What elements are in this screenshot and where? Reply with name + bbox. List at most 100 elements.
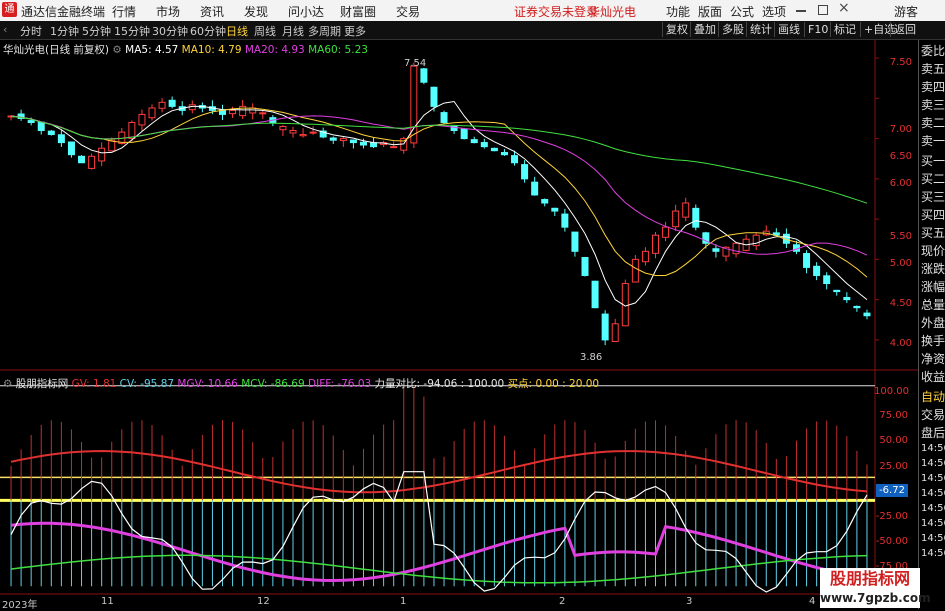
candle-body — [57, 134, 65, 144]
candle-body — [863, 312, 871, 317]
candle-body — [229, 109, 237, 115]
main-legend: 华灿光电(日线 前复权) ⚙ MA5: 4.57 MA10: 4.79 MA20… — [3, 42, 368, 57]
rp-outer: 外盘 — [921, 316, 945, 330]
candle-body — [521, 164, 529, 180]
candle-body — [631, 258, 639, 283]
candle-body — [299, 134, 307, 137]
price-tick: 5.50 — [889, 231, 912, 242]
candle-body — [27, 120, 35, 123]
rp-pct: 涨幅 — [921, 280, 945, 294]
rp-volume: 总量 — [921, 298, 945, 312]
candle-body — [601, 313, 609, 341]
rp-turnover: 换手 — [921, 334, 945, 348]
chart-canvas[interactable] — [0, 0, 918, 609]
candle-body — [148, 107, 156, 119]
candle-body — [662, 226, 670, 238]
watermark-logo: 股朋指标网 www.7gpzb.com — [820, 568, 931, 608]
indicator-gear-icon[interactable]: ⚙ — [3, 378, 12, 390]
rp-earnings: 收益 — [921, 370, 945, 384]
candle-body — [672, 210, 680, 228]
diff-label: DIFF: -76.03 — [308, 378, 372, 390]
rp-buy4: 买四 — [921, 208, 945, 222]
candle-body — [349, 139, 357, 144]
rp-netasset: 净资 — [921, 352, 945, 366]
price-tick: 4.00 — [889, 338, 912, 349]
candle-body — [712, 248, 720, 252]
price-tick: 5.00 — [889, 258, 912, 269]
rp-sell5: 卖五 — [921, 62, 945, 76]
ind-tick: 50.00 — [879, 435, 908, 446]
candle-body — [78, 155, 86, 164]
rp-time: 14:56 — [921, 518, 945, 529]
x-label: 1 — [400, 596, 407, 607]
candle-body — [329, 137, 337, 141]
x-label: 11 — [101, 596, 114, 607]
rp-time: 14:56 — [921, 473, 945, 484]
rp-sell4: 卖四 — [921, 80, 945, 94]
mgv-line — [10, 521, 868, 583]
candle-body — [843, 296, 851, 301]
rp-auto[interactable]: 自动 — [921, 388, 945, 405]
rp-sell2: 卖二 — [921, 116, 945, 130]
candle-body — [611, 323, 619, 342]
rp-time: 14:56 — [921, 503, 945, 514]
rp-trade: 交易 — [921, 408, 945, 422]
rp-buy2: 买二 — [921, 172, 945, 186]
price-tick: 7.50 — [889, 57, 912, 68]
candle-body — [168, 99, 176, 107]
ma20-label: MA20: 4.93 — [244, 44, 305, 56]
rp-buy3: 买三 — [921, 190, 945, 204]
candle-body — [47, 130, 55, 136]
indicator-name: 股朋指标网 — [15, 378, 69, 390]
high-annotation: 7.54 — [404, 58, 427, 69]
ma60-label: MA60: 5.23 — [308, 44, 368, 56]
legend-gear-icon[interactable]: ⚙ — [112, 44, 121, 56]
mcv-line — [10, 554, 868, 584]
ind-tick: -50.00 — [875, 536, 908, 547]
candle-body — [682, 202, 690, 218]
candle-body — [470, 139, 478, 144]
price-tick: 6.50 — [889, 151, 912, 162]
ma20-line — [10, 115, 868, 256]
quote-side-panel: 委比 卖五 卖四 卖三 卖二 卖一 买一 买二 买三 买四 买五 现价 涨跌 涨… — [918, 40, 945, 609]
rp-time: 14:56 — [921, 458, 945, 469]
candle-body — [641, 250, 649, 263]
rp-buy5: 买五 — [921, 226, 945, 240]
candle-body — [420, 68, 428, 83]
x-label: 3 — [686, 596, 693, 607]
price-tick: 6.00 — [889, 178, 912, 189]
mgv-label: MGV: 10.66 — [177, 378, 238, 390]
candle-body — [259, 112, 267, 115]
rp-afterhours: 盘后 — [921, 426, 945, 440]
stock-name-label: 华灿光电(日线 前复权) — [3, 44, 110, 56]
candle-body — [652, 234, 659, 254]
cv-line — [10, 471, 868, 593]
candle-body — [591, 280, 599, 309]
candle-body — [138, 113, 146, 126]
candle-body — [128, 121, 136, 140]
ratio-label: 力量对比: -94.06 : 100.00 — [374, 378, 505, 390]
candle-body — [551, 207, 559, 212]
candle-body — [390, 146, 398, 149]
x-label: 4 — [809, 596, 816, 607]
rp-price: 现价 — [921, 244, 945, 258]
x-label: 2 — [559, 596, 566, 607]
candle-body — [732, 242, 740, 255]
candle-body — [500, 152, 508, 156]
candle-body — [511, 155, 519, 164]
candle-body — [571, 231, 579, 252]
ma5-label: MA5: 4.57 — [125, 44, 179, 56]
candle-body — [581, 256, 589, 276]
ma60-line — [10, 115, 868, 204]
ma5-line — [10, 100, 868, 307]
candle-body — [561, 213, 569, 228]
low-annotation: 3.86 — [580, 352, 603, 363]
candle-body — [339, 138, 347, 142]
rp-time: 14:56 — [921, 533, 945, 544]
ind-tick: 100.00 — [874, 386, 909, 397]
candle-body — [823, 275, 831, 285]
candle-body — [158, 101, 166, 109]
indicator-legend: ⚙ 股朋指标网 GV: 1.81 CV: -95.87 MGV: 10.66 M… — [3, 376, 599, 391]
candle-body — [813, 265, 821, 276]
candle-body — [430, 86, 438, 107]
